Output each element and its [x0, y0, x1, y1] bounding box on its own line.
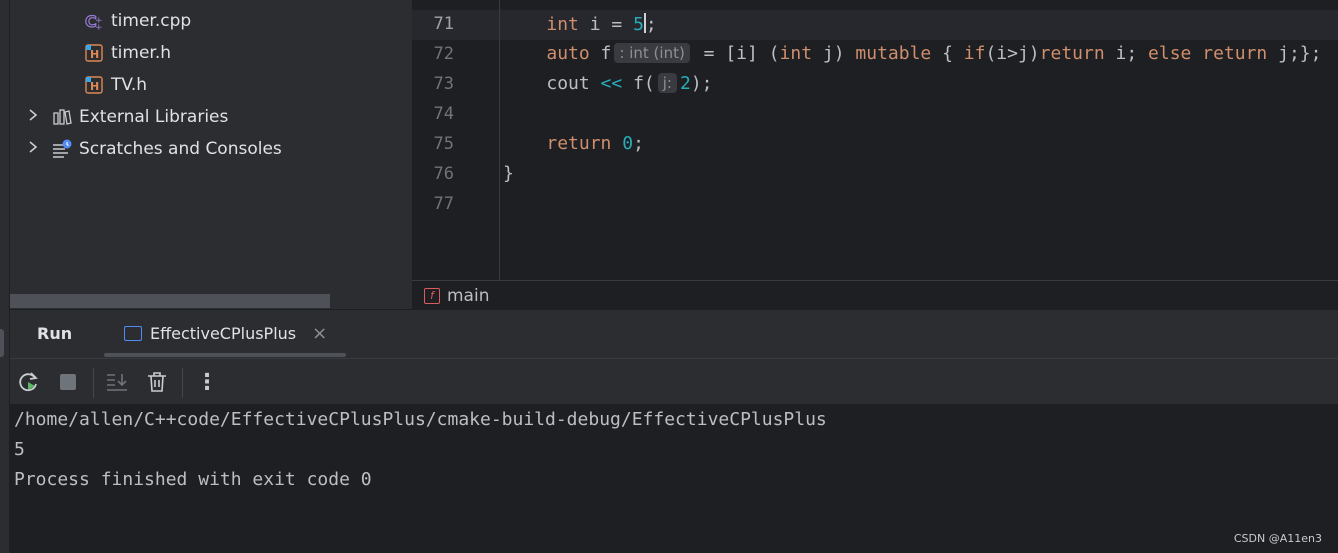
code-editor[interactable]: 71 72 73 74 75 76 77 int i = 5; auto f: … [412, 0, 1338, 280]
console-output[interactable]: /home/allen/C++code/EffectiveCPlusPlus/c… [10, 404, 1338, 553]
trash-icon [148, 372, 166, 392]
watermark: CSDN @A11en3 [1233, 532, 1322, 545]
project-tree: C + + timer.cpp H timer.h H TV.h External … [10, 0, 411, 309]
tree-item-label: timer.h [111, 43, 172, 63]
tree-item-label: TV.h [111, 75, 148, 95]
run-config-tab[interactable]: EffectiveCPlusPlus × [124, 323, 327, 344]
scroll-to-end-icon [107, 374, 127, 391]
chevron-right-icon[interactable] [26, 108, 40, 126]
terminal-icon [124, 326, 142, 341]
console-line: 5 [14, 439, 25, 460]
active-tab-indicator [104, 353, 346, 357]
run-tab-title[interactable]: Run [37, 324, 72, 343]
breadcrumb-function-label[interactable]: main [447, 286, 489, 306]
tree-item-label: External Libraries [79, 107, 229, 127]
code-line-72: auto f: int (int) = [i] (int j) mutable … [546, 43, 1322, 64]
cpp-file-icon: C + + [84, 11, 104, 31]
clear-console-button[interactable] [144, 369, 170, 395]
toolbar-separator [182, 368, 183, 398]
scratches-icon [52, 139, 72, 159]
left-tool-strip [0, 0, 10, 552]
stop-button[interactable] [55, 369, 81, 395]
tree-item-external-libraries[interactable]: External Libraries [26, 101, 228, 133]
rerun-button[interactable] [16, 369, 42, 395]
rerun-icon [19, 372, 38, 392]
type-inlay-hint[interactable]: : int (int) [614, 43, 690, 63]
tree-item-timer-h[interactable]: H timer.h [84, 37, 171, 69]
scroll-to-end-button[interactable] [104, 369, 130, 395]
gutter-divider [499, 0, 500, 280]
function-icon: f [424, 287, 440, 304]
parameter-inlay-hint[interactable]: j: [657, 73, 677, 93]
line-number: 72 [433, 44, 454, 64]
code-line-76: } [503, 163, 514, 184]
stop-icon [60, 374, 76, 390]
tree-horizontal-scrollbar[interactable] [10, 294, 330, 308]
run-toolbar: ⋮ [10, 358, 1338, 405]
line-number: 73 [433, 74, 454, 94]
run-config-label: EffectiveCPlusPlus [150, 324, 297, 343]
tree-item-scratches[interactable]: Scratches and Consoles [26, 133, 282, 165]
line-number: 77 [433, 194, 454, 214]
line-number-gutter: 71 72 73 74 75 76 77 [412, 0, 500, 280]
line-number: 71 [433, 14, 454, 34]
chevron-right-icon[interactable] [26, 140, 40, 158]
console-line: Process finished with exit code 0 [14, 469, 372, 490]
code-line-71: int i = 5; [546, 13, 657, 35]
library-icon [52, 107, 72, 127]
tree-item-tv-h[interactable]: H TV.h [84, 69, 147, 101]
code-line-75: return 0; [546, 133, 644, 154]
header-file-icon: H [84, 75, 104, 95]
code-line-73: cout << f(j: 2); [546, 73, 713, 94]
run-tool-window: Run EffectiveCPlusPlus × ⋮ /home/allen/C… [10, 309, 1338, 553]
tree-item-timer-cpp[interactable]: C + + timer.cpp [84, 5, 191, 37]
svg-text:+: + [95, 23, 103, 31]
tool-strip-indicator[interactable] [0, 329, 4, 357]
svg-text:H: H [90, 48, 99, 61]
header-file-icon: H [84, 43, 104, 63]
toolbar-separator [93, 368, 94, 398]
tree-item-label: Scratches and Consoles [79, 139, 282, 159]
more-options-button[interactable]: ⋮ [194, 369, 220, 395]
tree-item-label: timer.cpp [111, 11, 192, 31]
console-line: /home/allen/C++code/EffectiveCPlusPlus/c… [14, 409, 827, 430]
line-number: 75 [433, 134, 454, 154]
editor-breadcrumb[interactable]: f main [412, 280, 1338, 310]
svg-text:H: H [90, 80, 99, 93]
line-number: 76 [433, 164, 454, 184]
line-number: 74 [433, 104, 454, 124]
close-icon[interactable]: × [312, 323, 327, 344]
